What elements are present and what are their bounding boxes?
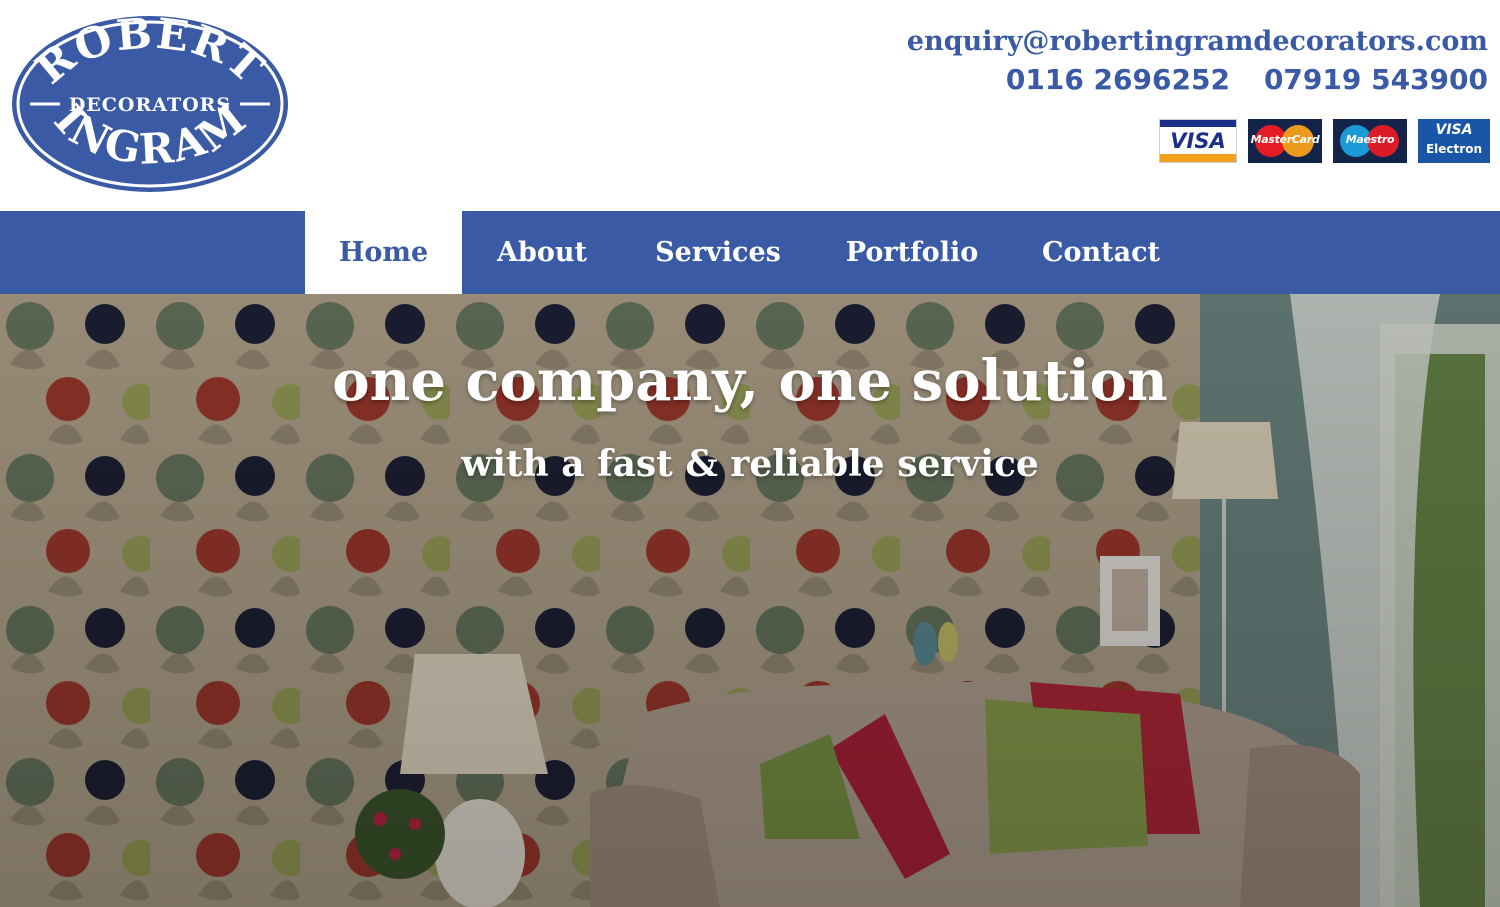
visa-card-icon: VISA xyxy=(1159,119,1237,163)
nav-item-contact[interactable]: Contact xyxy=(1010,211,1192,294)
main-navigation: Home About Services Portfolio Contact xyxy=(0,211,1500,294)
phone-numbers: 0116 2696252 07919 543900 xyxy=(907,64,1488,96)
visa-electron-card-icon: VISA Electron xyxy=(1418,119,1490,163)
mastercard-label: MasterCard xyxy=(1250,133,1320,146)
payment-cards: VISA MasterCard Maestro VISA Electron xyxy=(1159,119,1490,163)
contact-info: enquiry@robertingramdecorators.com 0116 … xyxy=(907,26,1488,96)
email-link[interactable]: enquiry@robertingramdecorators.com xyxy=(907,26,1488,58)
nav-item-home[interactable]: Home xyxy=(305,211,462,294)
visa-label: VISA xyxy=(1170,129,1226,153)
hero-subtitle: with a fast & reliable service xyxy=(461,443,1039,485)
phone-mobile[interactable]: 07919 543900 xyxy=(1264,64,1488,96)
hero-banner: one company, one solution with a fast & … xyxy=(0,294,1500,907)
phone-landline[interactable]: 0116 2696252 xyxy=(1006,64,1230,96)
logo[interactable]: ROBERT DECORATORS INGRAM xyxy=(8,8,292,196)
nav-item-services[interactable]: Services xyxy=(622,211,814,294)
mastercard-icon: MasterCard xyxy=(1248,119,1322,163)
nav-item-about[interactable]: About xyxy=(462,211,622,294)
site-header: ROBERT DECORATORS INGRAM enquiry@roberti… xyxy=(0,0,1500,211)
hero-title: one company, one solution xyxy=(332,348,1168,414)
maestro-card-icon: Maestro xyxy=(1333,119,1407,163)
visa-electron-label-top: VISA xyxy=(1435,122,1473,138)
visa-electron-label-bottom: Electron xyxy=(1425,142,1482,156)
maestro-label: Maestro xyxy=(1345,133,1395,146)
nav-item-portfolio[interactable]: Portfolio xyxy=(814,211,1010,294)
